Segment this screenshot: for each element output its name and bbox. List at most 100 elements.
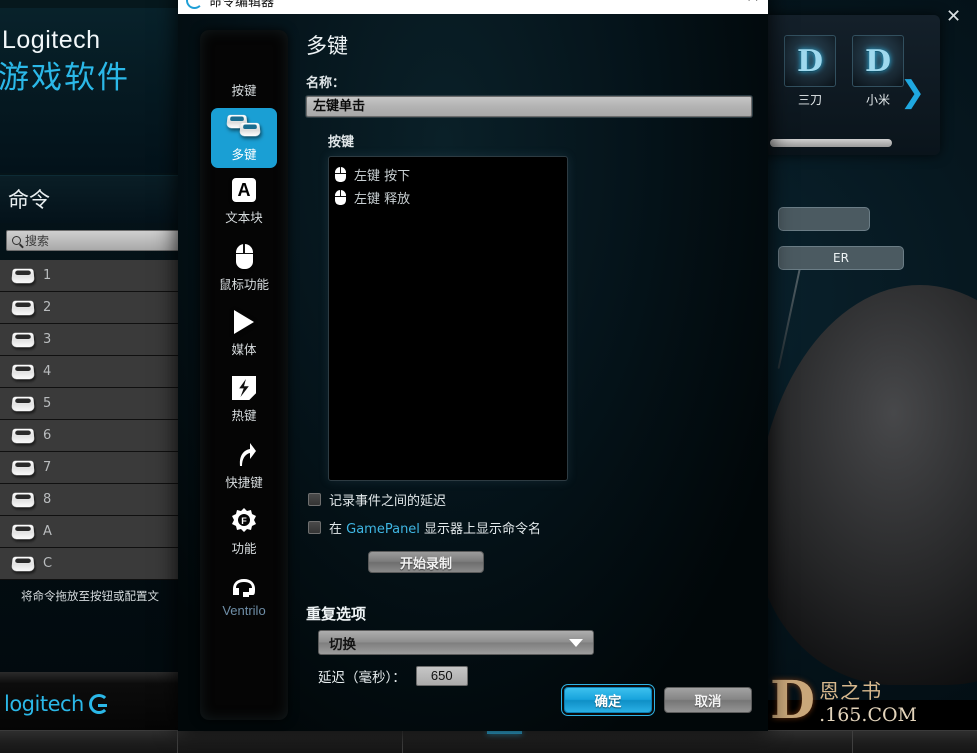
sidebar-item-mouse-function[interactable]: 鼠标功能 xyxy=(200,236,288,300)
start-record-button[interactable]: 开始录制 xyxy=(368,551,484,573)
logitech-g-icon xyxy=(186,0,203,9)
chevron-down-icon xyxy=(569,638,583,647)
delay-row: 延迟（毫秒）： 650 xyxy=(318,666,752,686)
dialog-title: 命令编辑器 xyxy=(209,0,275,10)
sidebar-item-multikey[interactable]: 多键 xyxy=(211,108,277,168)
sidebar-item-shortcut[interactable]: 快捷键 xyxy=(200,434,288,498)
watermark-com: .165.COM xyxy=(819,703,918,726)
dialog-actions: 确定 取消 xyxy=(564,687,752,713)
command-editor-dialog: 命令编辑器 ✕ 按键 多键 A 文本块 xyxy=(178,0,768,731)
list-item[interactable]: A xyxy=(0,516,180,548)
background-close-icon[interactable]: ✕ xyxy=(946,8,961,26)
sidebar-item-label: 文本块 xyxy=(225,210,263,225)
profile-next-chevron[interactable]: ❯ xyxy=(900,78,925,108)
sidebar-item-label: Ventrilo xyxy=(222,603,266,618)
key-event-list[interactable]: 左键 按下 左键 释放 xyxy=(328,156,568,481)
assignment-pill-1[interactable] xyxy=(778,207,870,231)
sidebar-item-label: 鼠标功能 xyxy=(218,276,269,292)
g-logo-icon xyxy=(88,694,109,714)
headset-icon xyxy=(231,578,257,598)
list-item[interactable]: 6 xyxy=(0,420,180,452)
gamepanel-checkbox[interactable] xyxy=(308,521,321,534)
search-input[interactable]: 搜索 xyxy=(6,230,180,251)
drag-hint-text: 将命令拖放至按钮或配置文 xyxy=(21,589,159,603)
list-item[interactable]: 左键 按下 xyxy=(335,165,561,184)
list-item[interactable]: 7 xyxy=(0,452,180,484)
record-delay-checkbox[interactable] xyxy=(308,493,321,506)
sidebar-item-ventrilo[interactable]: Ventrilo xyxy=(200,566,288,630)
dialog-body: 按键 多键 A 文本块 鼠标功能 媒体 热键 快捷键 F 功能 Ventrilo… xyxy=(178,14,768,731)
dialog-title-bar[interactable]: 命令编辑器 ✕ xyxy=(178,0,768,14)
keycap-icon xyxy=(229,49,259,75)
ok-button[interactable]: 确定 xyxy=(564,687,652,713)
dialog-main-panel: 多键 名称： 左键单击 按键 左键 按下 左键 释放 记录事件之间的延迟 在 G… xyxy=(306,30,752,686)
record-delay-checkbox-row[interactable]: 记录事件之间的延迟 xyxy=(308,490,752,509)
sidebar-item-hotkey[interactable]: 热键 xyxy=(200,368,288,432)
textblock-icon: A xyxy=(232,178,256,202)
list-item[interactable]: C xyxy=(0,548,180,580)
repeat-mode-select[interactable]: 切换 xyxy=(318,630,594,655)
list-item[interactable]: 4 xyxy=(0,356,180,388)
record-delay-label: 记录事件之间的延迟 xyxy=(329,494,447,509)
list-item-label: 6 xyxy=(43,428,52,443)
taskbar[interactable] xyxy=(0,730,977,753)
play-icon xyxy=(234,310,254,334)
gamepanel-checkbox-row[interactable]: 在 GamePanel 显示器上显示命令名 xyxy=(308,518,752,537)
sidebar-item-textblock[interactable]: A 文本块 xyxy=(200,170,288,234)
watermark-glyph: D xyxy=(770,669,816,731)
list-item[interactable]: 2 xyxy=(0,292,180,324)
keycap-icon xyxy=(11,428,35,444)
taskbar-active-indicator[interactable] xyxy=(487,731,522,734)
list-item-label: 2 xyxy=(43,300,52,315)
assignment-pill-er[interactable]: ER xyxy=(778,246,904,270)
watermark: D 恩之书 .165.COM xyxy=(770,660,977,740)
hotkey-icon xyxy=(232,376,256,400)
profile-label-2: 小米 xyxy=(865,93,890,107)
keycap-icon xyxy=(11,332,35,348)
list-item[interactable]: 1 xyxy=(0,260,180,292)
list-item-label: C xyxy=(43,556,53,571)
search-icon xyxy=(12,236,21,245)
sidebar-item-key[interactable]: 按键 xyxy=(200,42,288,106)
delay-input[interactable]: 650 xyxy=(415,666,468,686)
list-item[interactable]: 左键 释放 xyxy=(335,188,561,207)
profile-tile-1[interactable]: D xyxy=(784,35,836,87)
sidebar-item-label: 按键 xyxy=(231,83,257,98)
profile-glyph: D xyxy=(796,43,823,79)
name-input[interactable]: 左键单击 xyxy=(306,96,752,117)
sidebar-item-media[interactable]: 媒体 xyxy=(200,302,288,366)
gamepanel-label-post: 显示器上显示命令名 xyxy=(419,522,542,537)
mouse-icon xyxy=(335,167,346,182)
logitech-wordmark: logitech xyxy=(4,692,84,716)
brand-line-2: 游戏软件 xyxy=(0,60,130,96)
list-item[interactable]: 8 xyxy=(0,484,180,516)
mouse-highlight xyxy=(790,320,970,540)
sidebar-item-label: 多键 xyxy=(231,147,257,162)
keycap-icon xyxy=(11,396,35,412)
list-item[interactable]: 5 xyxy=(0,388,180,420)
cancel-button[interactable]: 取消 xyxy=(664,687,752,713)
svg-text:F: F xyxy=(241,516,247,526)
mouse-icon xyxy=(335,190,346,205)
brand-line-1: Logitech xyxy=(2,26,101,54)
repeat-options-title: 重复选项 xyxy=(306,605,367,623)
profile-label-1: 三刀 xyxy=(797,93,822,107)
list-item-label: 7 xyxy=(43,460,52,475)
taskbar-divider xyxy=(177,731,178,753)
profile-tile-2[interactable]: D xyxy=(852,35,904,87)
list-item-label: 8 xyxy=(43,492,52,507)
keys-label: 按键 xyxy=(328,135,355,150)
list-item-label: A xyxy=(43,524,52,539)
panel-heading: 多键 xyxy=(306,34,348,58)
keycap-icon xyxy=(11,492,35,508)
sidebar-item-function[interactable]: F 功能 xyxy=(200,500,288,564)
profile-scrollbar[interactable] xyxy=(770,139,892,147)
list-item-label: 左键 释放 xyxy=(354,192,411,207)
sidebar-item-label: 媒体 xyxy=(231,342,257,357)
shortcut-icon xyxy=(231,441,257,467)
list-item[interactable]: 3 xyxy=(0,324,180,356)
watermark-cn: 恩之书 xyxy=(819,678,883,703)
close-icon[interactable]: ✕ xyxy=(746,0,760,5)
gamepanel-label-pre: 在 xyxy=(329,522,347,537)
keycap-icon xyxy=(11,556,35,572)
